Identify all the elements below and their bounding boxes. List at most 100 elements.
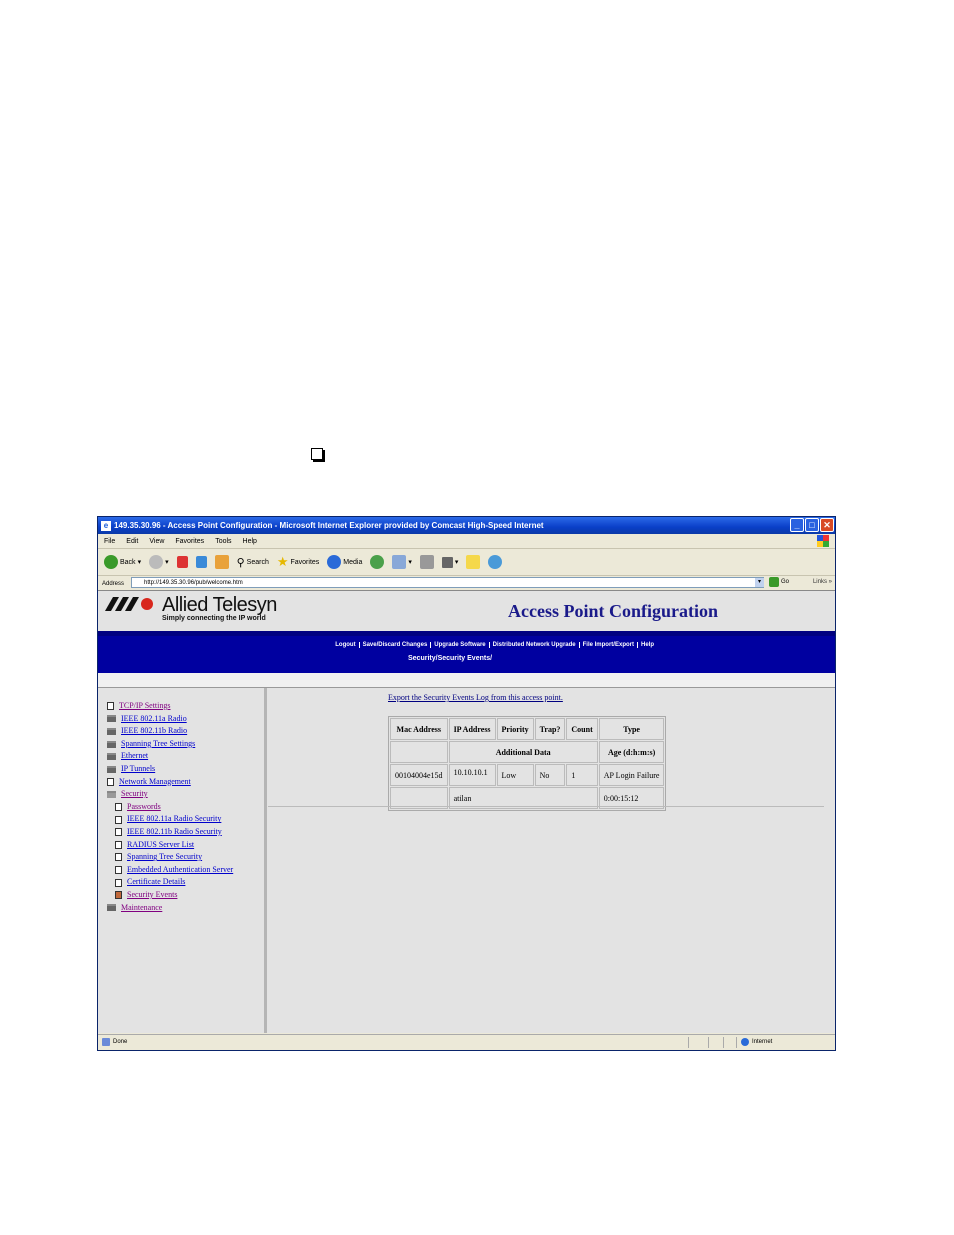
sidebar-item-passwords[interactable]: Passwords [107,801,233,814]
nav-file-import-export[interactable]: File Import/Export [580,642,638,648]
media-button[interactable]: Media [327,555,362,569]
cell-type: AP Login Failure [598,764,665,786]
page-title: Access Point Configuration [508,601,718,621]
nav-help[interactable]: Help [638,642,657,648]
history-button[interactable] [370,555,385,569]
sidebar-item-label[interactable]: Passwords [127,801,161,814]
doc-icon [115,866,122,875]
sidebar-item-label[interactable]: IEEE 802.11b Radio Security [127,826,222,839]
links-button[interactable]: Links » [813,579,832,585]
search-button[interactable]: ⚲ Search [237,556,269,569]
title-bar: e 149.35.30.96 - Access Point Configurat… [98,517,835,534]
sidebar-item-ethernet[interactable]: Ethernet [107,750,233,763]
maximize-button[interactable]: □ [805,518,819,532]
menu-favorites[interactable]: Favorites [175,538,204,545]
sidebar-item-label[interactable]: Security [121,788,148,801]
toolbar: Back ▾ ▾ ⚲ Search ★ Favorites Media ▾ ▾ [98,549,835,576]
sidebar-item-label[interactable]: TCP/IP Settings [119,700,171,713]
nav-distributed-upgrade[interactable]: Distributed Network Upgrade [490,642,580,648]
sidebar-item-ip-tunnels[interactable]: IP Tunnels [107,763,233,776]
status-done: Done [102,1038,127,1046]
sidebar-item-label[interactable]: Ethernet [121,750,148,763]
sidebar-item-80211a-radio[interactable]: IEEE 802.11a Radio [107,713,233,726]
logo-tagline: Simply connecting the IP world [162,615,266,622]
sidebar-item-maintenance[interactable]: Maintenance [107,902,233,915]
nav-logout[interactable]: Logout [332,642,360,648]
nav-upgrade-software[interactable]: Upgrade Software [431,642,490,648]
print-button[interactable] [419,555,434,569]
sidebar-item-label[interactable]: Spanning Tree Settings [121,738,195,751]
col-type: Type [598,718,665,740]
go-button[interactable]: Go [769,577,789,587]
col-count: Count [566,718,598,740]
sidebar-item-label[interactable]: IEEE 802.11a Radio [121,713,187,726]
sidebar-item-certificate[interactable]: Certificate Details [107,876,233,889]
minimize-button[interactable]: _ [790,518,804,532]
sidebar-item-label[interactable]: Security Events [127,889,177,902]
stop-button[interactable] [176,556,188,568]
sidebar-item-80211b-radio[interactable]: IEEE 802.11b Radio [107,725,233,738]
zone-text: Internet [752,1039,773,1045]
checkbox-bullet-icon [311,448,323,460]
page-icon [102,1038,110,1046]
sidebar-item-tcpip[interactable]: TCP/IP Settings [107,700,233,713]
status-divider [708,1037,709,1048]
open-folder-icon [107,790,116,798]
folder-icon [107,904,116,912]
sidebar-item-label[interactable]: IEEE 802.11b Radio [121,725,187,738]
menu-bar: File Edit View Favorites Tools Help [98,534,835,549]
sidebar-item-spanning-tree[interactable]: Spanning Tree Settings [107,738,233,751]
sidebar-item-label[interactable]: Network Management [119,776,191,789]
sidebar-item-security-events[interactable]: Security Events [107,889,233,902]
edit-button[interactable]: ▾ [441,556,458,568]
sidebar-item-80211a-security[interactable]: IEEE 802.11a Radio Security [107,813,233,826]
back-label: Back [120,558,136,566]
sidebar-item-label[interactable]: IEEE 802.11a Radio Security [127,813,221,826]
status-text: Done [113,1039,128,1045]
sidebar-item-spanning-tree-security[interactable]: Spanning Tree Security [107,851,233,864]
sidebar-item-80211b-security[interactable]: IEEE 802.11b Radio Security [107,826,233,839]
mail-button[interactable]: ▾ [392,555,412,569]
sidebar-item-label[interactable]: Embedded Authentication Server [127,864,233,877]
status-divider [736,1037,737,1048]
refresh-button[interactable] [195,556,207,568]
sidebar-item-label[interactable]: IP Tunnels [121,763,155,776]
menu-view[interactable]: View [149,538,164,545]
address-input[interactable]: http://149.35.30.96/pub/welcome.htm [131,577,764,588]
export-log-link[interactable]: Export the Security Events Log from this… [388,693,563,702]
sidebar-item-label[interactable]: Spanning Tree Security [127,851,202,864]
address-dropdown-button[interactable]: ▾ [755,578,764,587]
links-label: Links [812,579,827,585]
folder-icon [107,753,116,761]
sidebar-item-label[interactable]: RADIUS Server List [127,839,194,852]
media-icon [327,555,342,569]
sidebar-item-radius[interactable]: RADIUS Server List [107,839,233,852]
doc-icon [107,777,114,786]
edit-icon [441,556,453,568]
menu-edit[interactable]: Edit [126,538,138,545]
messenger-button[interactable] [488,555,503,569]
sidebar-item-label[interactable]: Certificate Details [127,876,185,889]
sidebar-item-security[interactable]: Security [107,788,233,801]
menu-file[interactable]: File [104,538,115,545]
back-button[interactable]: Back ▾ [104,555,141,569]
refresh-icon [195,556,207,568]
favorites-button[interactable]: ★ Favorites [277,554,319,570]
sidebar-item-embedded-auth[interactable]: Embedded Authentication Server [107,864,233,877]
table-row: 00104004e15d 10.10.10.1 Low No 1 AP Logi… [390,764,665,786]
close-button[interactable]: ✕ [820,518,834,532]
printer-icon [419,555,434,569]
discuss-button[interactable] [466,555,481,569]
menu-tools[interactable]: Tools [215,538,231,545]
forward-button[interactable]: ▾ [149,555,169,569]
nav-save-discard[interactable]: Save/Discard Changes [360,642,432,648]
star-icon: ★ [276,554,289,569]
home-button[interactable] [214,555,229,569]
search-label: Search [246,558,269,566]
blank-cell [390,741,448,763]
menu-help[interactable]: Help [243,538,257,545]
sidebar-item-label[interactable]: Maintenance [121,902,162,915]
search-icon: ⚲ [236,556,245,569]
folder-icon [107,727,116,735]
sidebar-item-network-management[interactable]: Network Management [107,776,233,789]
